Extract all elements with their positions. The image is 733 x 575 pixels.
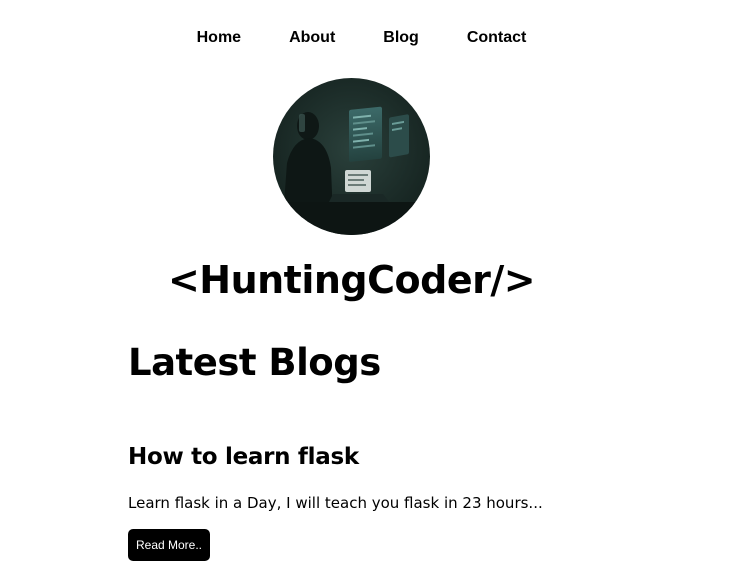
nav-link-blog[interactable]: Blog (383, 27, 419, 49)
nav-link-home[interactable]: Home (197, 27, 241, 49)
site-title: <HuntingCoder/> (167, 258, 536, 302)
nav-link-contact[interactable]: Contact (467, 27, 527, 49)
nav-link-about[interactable]: About (289, 27, 335, 49)
read-more-button[interactable]: Read More.. (128, 529, 210, 561)
latest-blogs-heading: Latest Blogs (128, 341, 381, 384)
post-excerpt: Learn flask in a Day, I will teach you f… (128, 494, 543, 512)
post-title[interactable]: How to learn flask (128, 441, 359, 473)
hero-image-graphic (273, 78, 430, 235)
hero-image (273, 78, 430, 235)
top-nav: Home About Blog Contact (0, 27, 728, 49)
